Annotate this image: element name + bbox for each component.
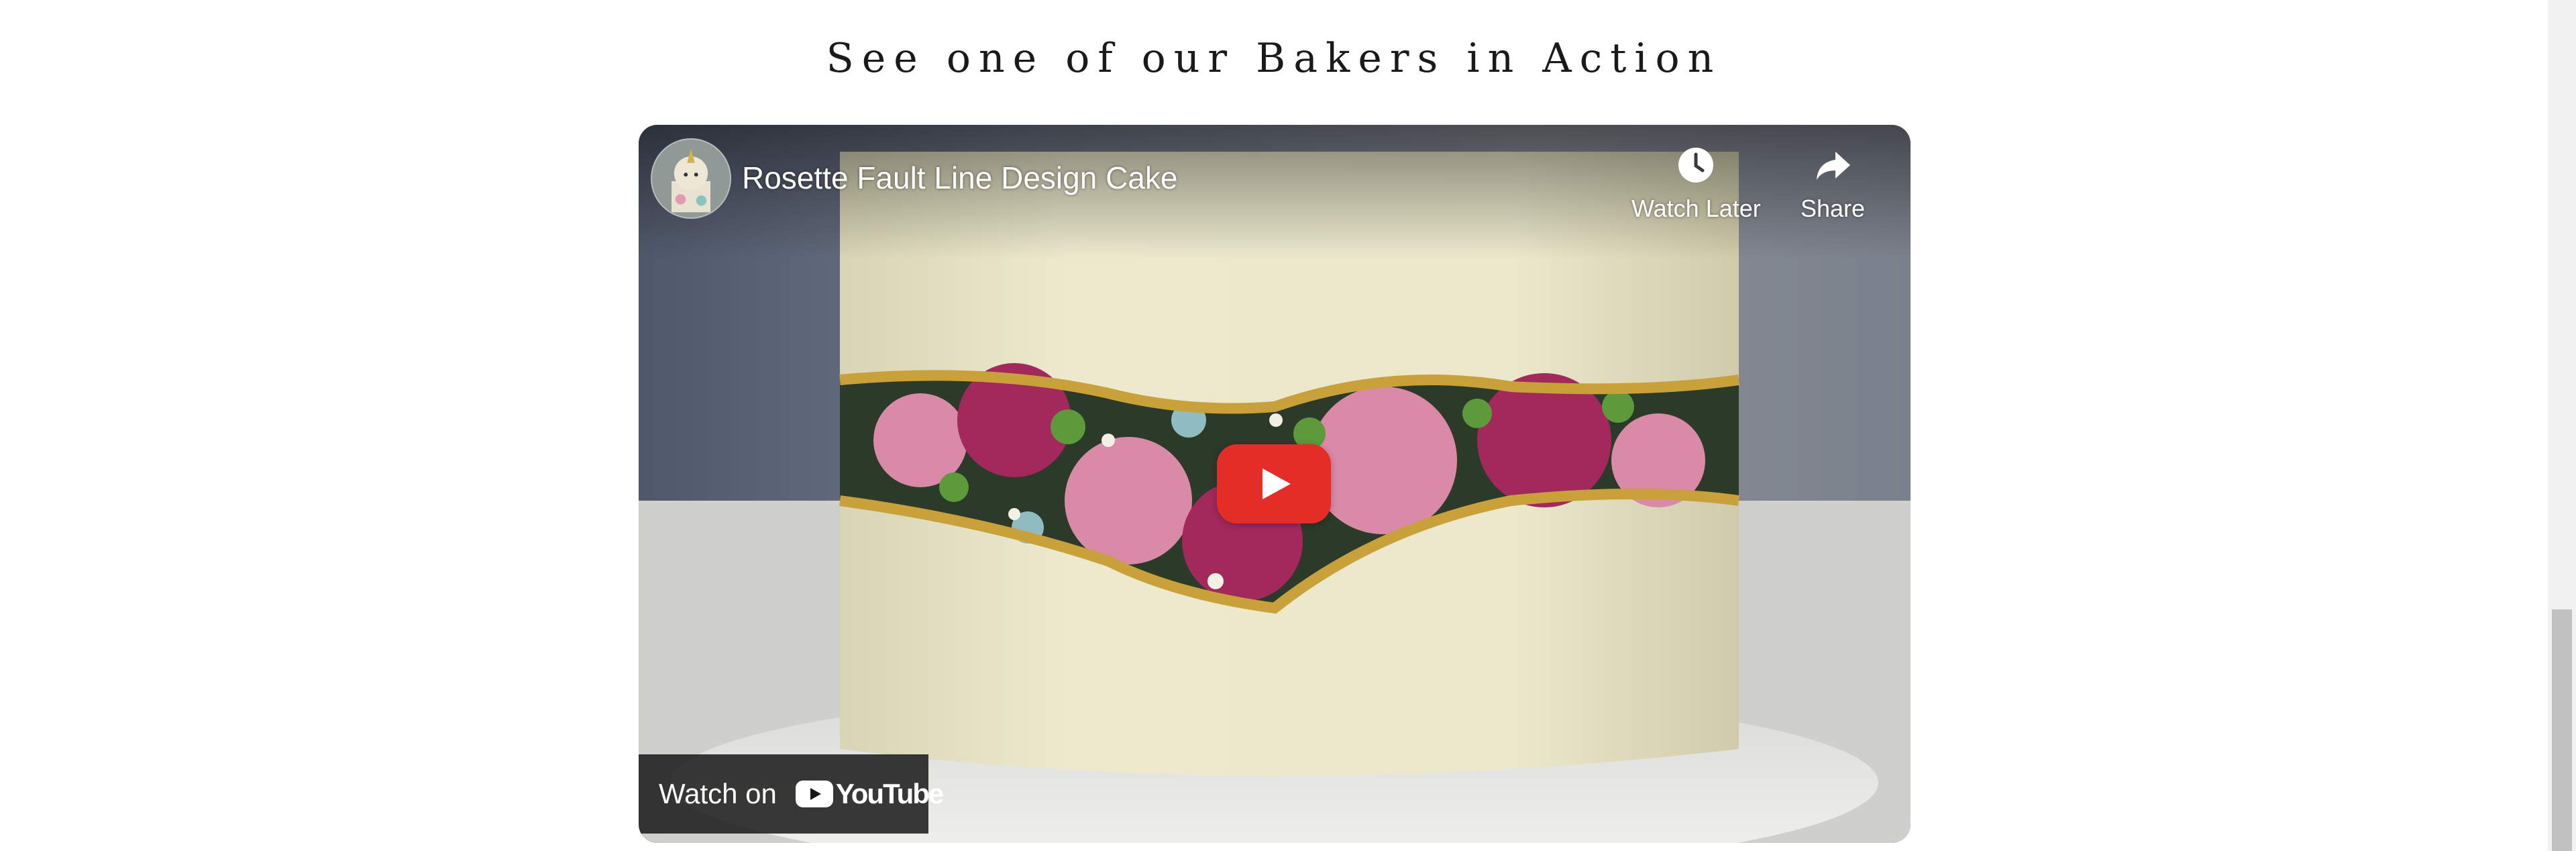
play-icon <box>1263 468 1291 499</box>
play-button[interactable] <box>1217 444 1331 523</box>
watch-later-label: Watch Later <box>1631 195 1761 222</box>
page-scrollbar[interactable] <box>2548 0 2576 851</box>
scrollbar-thumb[interactable] <box>2552 609 2572 851</box>
watch-on-label: Watch on <box>659 778 777 809</box>
youtube-wordmark: YouTube <box>835 778 944 809</box>
share-arrow-icon <box>1817 152 1851 180</box>
video-title[interactable]: Rosette Fault Line Design Cake <box>742 160 1177 196</box>
watch-on-youtube-link[interactable]: Watch on YouTube <box>639 754 944 834</box>
page: See one of our Bakers in Action Rosette … <box>0 0 2576 851</box>
clock-icon <box>1678 148 1714 183</box>
youtube-embed[interactable]: Rosette Fault Line Design Cake Watch Lat… <box>639 125 1911 843</box>
share-label: Share <box>1801 195 1866 222</box>
channel-avatar[interactable] <box>651 138 731 219</box>
section-heading: See one of our Bakers in Action <box>826 35 1722 82</box>
share-button[interactable]: Share <box>1801 145 1865 223</box>
unicorn-cake-avatar-icon <box>652 140 730 217</box>
youtube-play-icon <box>795 781 833 807</box>
youtube-logo: YouTube <box>795 778 944 810</box>
watch-later-button[interactable]: Watch Later <box>1631 145 1761 223</box>
